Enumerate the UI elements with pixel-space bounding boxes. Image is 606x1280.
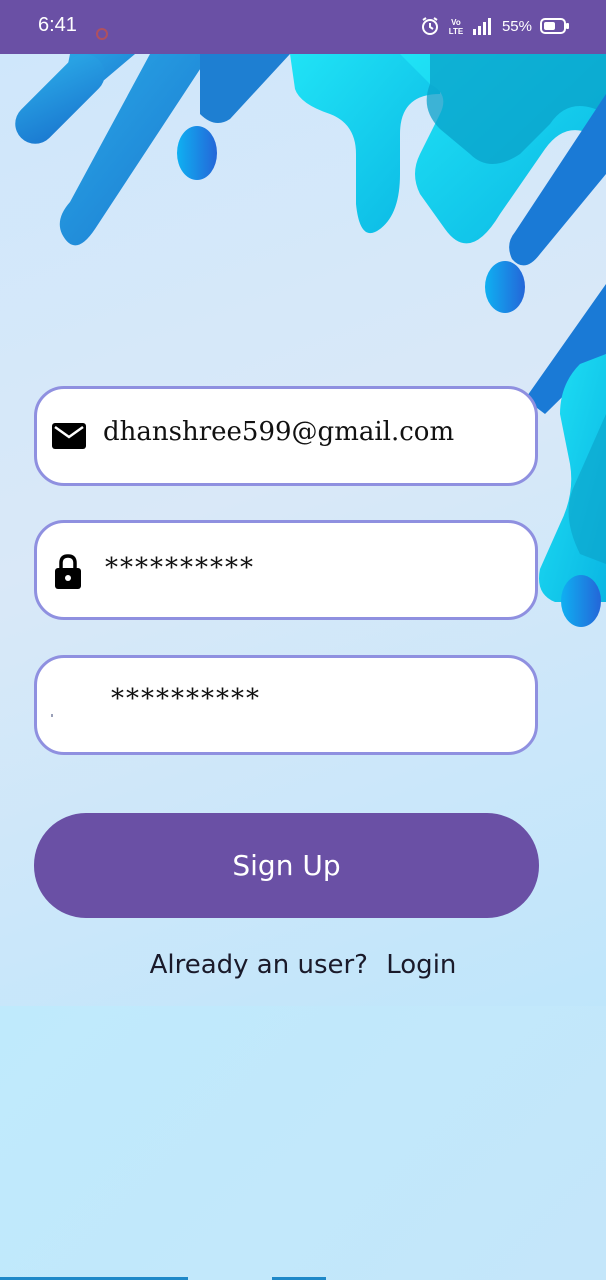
signal-icon (472, 17, 494, 35)
password-value[interactable]: ********** (105, 553, 255, 583)
battery-percent: 55% (501, 17, 532, 35)
login-link[interactable]: Login (386, 950, 456, 980)
status-icons: Vo LTE 55% (420, 16, 570, 36)
status-bar: 6:41 Vo LTE 55% (0, 0, 606, 54)
login-prompt: Already an user? Login (0, 950, 606, 980)
drop-shape (485, 261, 525, 313)
confirm-password-value[interactable]: ********** (111, 684, 261, 714)
email-value[interactable]: dhanshree599@gmail.com (103, 417, 454, 447)
volte-icon: Vo LTE (448, 16, 464, 36)
svg-text:Vo: Vo (451, 18, 461, 27)
email-field[interactable]: dhanshree599@gmail.com (34, 386, 538, 486)
sign-up-button[interactable]: Sign Up (34, 813, 539, 918)
notification-icon (96, 28, 108, 40)
drop-shape (561, 575, 601, 627)
bottom-background (0, 1006, 606, 1280)
login-prompt-text: Already an user? (149, 950, 368, 980)
svg-text:LTE: LTE (449, 27, 464, 36)
drop-shape (177, 126, 217, 180)
field-marker (51, 714, 53, 717)
battery-icon (540, 17, 570, 35)
lock-icon (53, 553, 83, 595)
confirm-password-field[interactable]: ********** (34, 655, 538, 755)
email-icon (51, 421, 87, 455)
password-field[interactable]: ********** (34, 520, 538, 620)
status-time: 6:41 (38, 14, 77, 36)
alarm-icon (420, 16, 440, 36)
